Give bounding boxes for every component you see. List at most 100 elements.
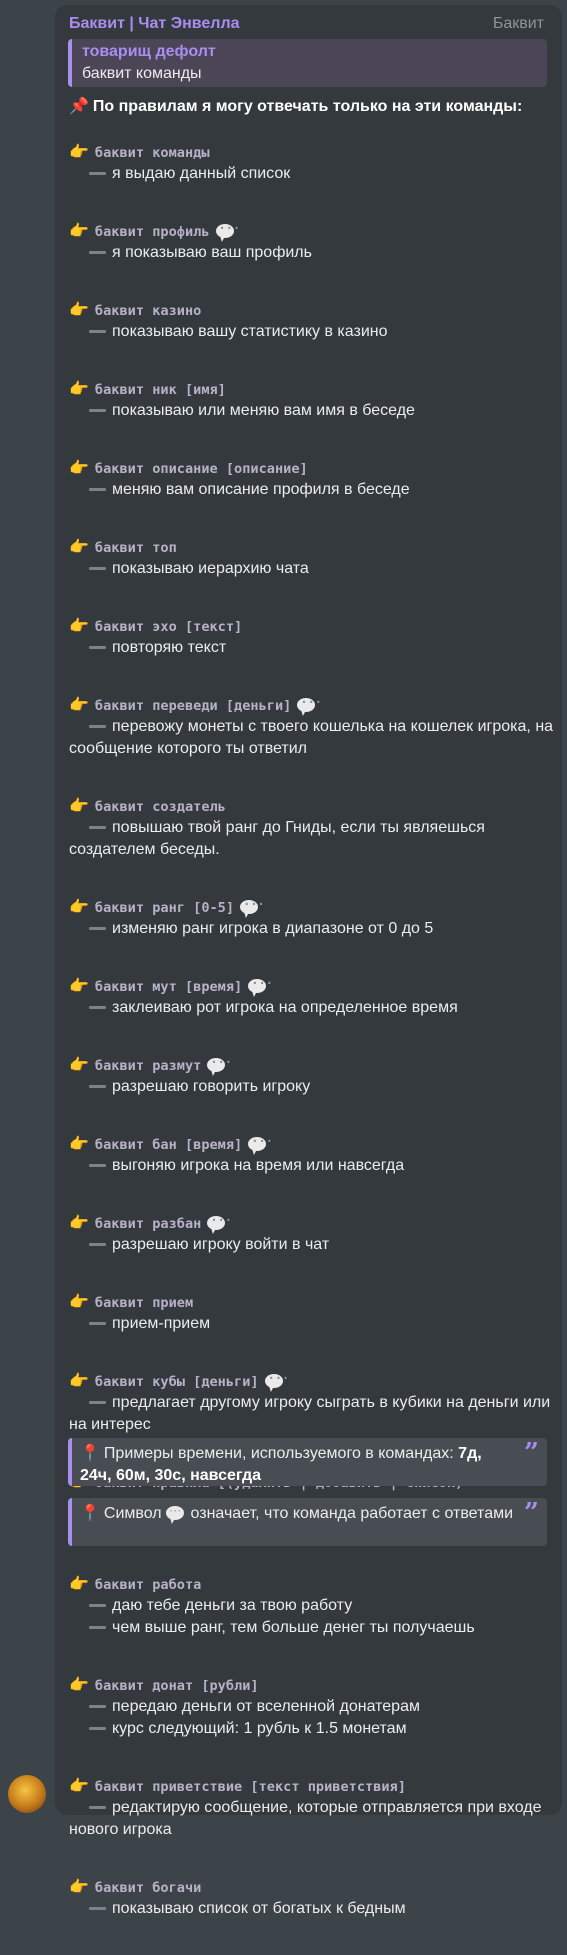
command-syntax[interactable]: баквит создатель <box>95 799 226 815</box>
speech-bubble-icon <box>166 1503 185 1520</box>
description-text: даю тебе деньги за твою работу <box>112 1597 353 1614</box>
command-description: я показываю ваш профиль <box>69 242 554 264</box>
quote-icon: ” <box>524 1438 539 1468</box>
command-syntax[interactable]: баквит мут [время] <box>95 979 242 995</box>
pointing-hand-icon: 👉 <box>69 1776 89 1795</box>
command-item: 👉 баквит ранг [0-5] изменяю ранг игрока в … <box>69 896 554 940</box>
dash-icon <box>89 172 106 176</box>
command-item: 👉 баквит разбан разрешаю игроку войти в ча… <box>69 1212 554 1256</box>
pointing-hand-icon: 👉 <box>69 616 89 635</box>
command-line: 👉 баквит команды <box>69 141 554 163</box>
command-line: 👉 баквит прием <box>69 1291 554 1313</box>
dash-icon <box>89 1322 106 1326</box>
reply-text: баквит команды <box>82 65 202 82</box>
command-line: 👉 баквит эхо [текст] <box>69 615 554 637</box>
description-text: предлагает другому игроку сыграть в куби… <box>69 1394 551 1433</box>
speech-bubble-icon <box>248 976 273 993</box>
sender-name[interactable]: Баквит | Чат Энвелла <box>69 15 240 33</box>
command-description: я выдаю данный список <box>69 163 554 185</box>
pointing-hand-icon: 👉 <box>69 300 89 319</box>
command-syntax[interactable]: баквит богачи <box>95 1880 201 1896</box>
command-syntax[interactable]: баквит профиль <box>95 224 210 240</box>
command-line: 👉 баквит описание [описание] <box>69 457 554 479</box>
quote-accent-bar <box>68 1438 72 1486</box>
dash-icon <box>89 488 106 492</box>
intro-line: 📌 По правилам я могу отвечать только на э… <box>69 96 522 116</box>
dash-icon <box>89 1907 106 1911</box>
via-bot-label: Баквит <box>492 15 544 32</box>
command-syntax[interactable]: баквит описание [описание] <box>95 461 308 477</box>
pointing-hand-icon: 👉 <box>69 1574 89 1593</box>
command-syntax[interactable]: баквит команды <box>95 145 210 161</box>
command-item: 👉 баквит мут [время] заклеиваю рот игрока … <box>69 975 554 1019</box>
command-line: 👉 баквит донат [рубли] <box>69 1674 554 1696</box>
description-text: показываю список от богатых к бедным <box>112 1900 406 1917</box>
command-syntax[interactable]: баквит ник [имя] <box>95 382 226 398</box>
command-description: изменяю ранг игрока в диапазоне от 0 до … <box>69 918 554 940</box>
description-text: повторяю текст <box>112 639 227 656</box>
command-text-wrap: 👉 баквит работа <box>69 1574 201 1593</box>
intro-text: По правилам я могу отвечать только на эт… <box>92 98 523 115</box>
command-line: 👉 баквит бан [время] <box>69 1133 554 1155</box>
command-syntax[interactable]: баквит работа <box>95 1577 201 1593</box>
command-syntax[interactable]: баквит разбан <box>95 1216 201 1232</box>
dash-icon <box>89 725 106 729</box>
command-description: показываю вашу статистику в казино <box>69 321 554 343</box>
command-syntax[interactable]: баквит бан [время] <box>95 1137 242 1153</box>
reply-symbol-quote: 📍Символ означает, что команда работает с… <box>68 1498 547 1546</box>
message-bubble: Баквит | Чат Энвелла Баквит товарищ дефо… <box>55 5 562 1917</box>
command-text-wrap: 👉 баквит профиль <box>69 221 240 240</box>
pointing-hand-icon: 👉 <box>69 1675 89 1694</box>
command-text-wrap: 👉 баквит ранг [0-5] <box>69 897 265 916</box>
command-syntax[interactable]: баквит кубы [деньги] <box>95 1374 259 1390</box>
command-description: разрешаю говорить игроку <box>69 1076 554 1098</box>
command-description: предлагает другому игроку сыграть в куби… <box>69 1392 554 1436</box>
pointing-hand-icon: 👉 <box>69 1292 89 1311</box>
command-text-wrap: 👉 баквит казино <box>69 300 201 319</box>
pointing-hand-icon: 👉 <box>69 379 89 398</box>
dash-icon <box>89 1604 106 1608</box>
command-item: 👉 баквит донат [рубли] передаю деньги от в… <box>69 1674 554 1740</box>
dash-icon <box>89 409 106 413</box>
dash-icon <box>89 1085 106 1089</box>
description-text: разрешаю говорить игроку <box>112 1078 311 1095</box>
command-item: 👉 баквит работа даю тебе деньги за твою ра… <box>69 1573 554 1639</box>
command-text-wrap: 👉 баквит бан [время] <box>69 1134 273 1153</box>
pointing-hand-icon: 👉 <box>69 142 89 161</box>
pointing-hand-icon: 👉 <box>69 1213 89 1232</box>
command-description: курс следующий: 1 рубль к 1.5 монетам <box>69 1718 554 1740</box>
command-item: 👉 баквит команды я выдаю данный список <box>69 141 554 185</box>
reply-preview[interactable]: товарищ дефолт баквит команды <box>68 39 547 87</box>
command-item: 👉 баквит бан [время] выгоняю игрока на вре… <box>69 1133 554 1177</box>
command-syntax[interactable]: баквит переведи [деньги] <box>95 698 291 714</box>
command-syntax[interactable]: баквит казино <box>95 303 201 319</box>
command-item: 👉 баквит прием прием-прием <box>69 1291 554 1335</box>
dash-icon <box>89 646 106 650</box>
command-line: 👉 баквит топ <box>69 536 554 558</box>
command-item: 👉 баквит эхо [текст] повторяю текст <box>69 615 554 659</box>
dash-icon <box>89 567 106 571</box>
bot-avatar[interactable] <box>8 1775 46 1813</box>
command-text-wrap: 👉 баквит ник [имя] <box>69 379 226 398</box>
description-text: меняю вам описание профиля в беседе <box>112 481 410 498</box>
command-description: повышаю твой ранг до Гниды, если ты явля… <box>69 817 554 861</box>
command-line: 👉 баквит размут <box>69 1054 554 1076</box>
command-syntax[interactable]: баквит прием <box>95 1295 193 1311</box>
command-text-wrap: 👉 баквит кубы [деньги] <box>69 1371 289 1390</box>
command-line: 👉 баквит мут [время] <box>69 975 554 997</box>
description-text: разрешаю игроку войти в чат <box>112 1236 330 1253</box>
speech-bubble-icon <box>240 897 265 914</box>
time-examples-quote: 📍 Примеры времени, используемого в команд… <box>68 1438 547 1486</box>
command-syntax[interactable]: баквит топ <box>95 540 177 556</box>
command-description: прием-прием <box>69 1313 554 1335</box>
description-text: курс следующий: 1 рубль к 1.5 монетам <box>112 1720 407 1737</box>
command-line: 👉 баквит разбан <box>69 1212 554 1234</box>
description-text: заклеиваю рот игрока на определенное вре… <box>112 999 458 1016</box>
command-syntax[interactable]: баквит эхо [текст] <box>95 619 242 635</box>
command-syntax[interactable]: баквит приветствие [текст приветствия] <box>95 1779 406 1795</box>
command-syntax[interactable]: баквит ранг [0-5] <box>95 900 234 916</box>
dash-icon <box>89 1727 106 1731</box>
command-syntax[interactable]: баквит донат [рубли] <box>95 1678 259 1694</box>
speech-bubble-icon <box>297 695 322 712</box>
command-syntax[interactable]: баквит размут <box>95 1058 201 1074</box>
